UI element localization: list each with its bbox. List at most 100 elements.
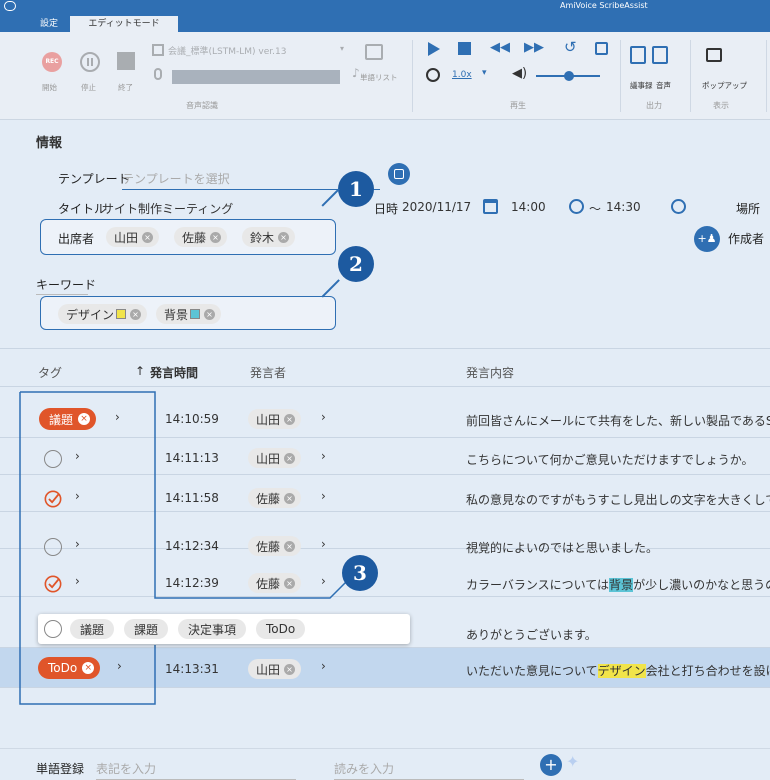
keyword-text: 背景: [164, 307, 189, 322]
loop-icon[interactable]: ↺: [564, 38, 577, 56]
rewind-icon[interactable]: ◀◀: [490, 40, 510, 55]
volume-icon[interactable]: ◀): [512, 66, 527, 81]
save-template-icon[interactable]: [388, 163, 410, 185]
pause-label: 停止: [81, 83, 96, 92]
model-dropdown-icon[interactable]: ▾: [340, 44, 344, 53]
empty-tag-circle-icon[interactable]: [44, 620, 62, 638]
word-list-label: 単語リスト: [360, 73, 398, 82]
word-register-label: 単語登録: [36, 762, 85, 776]
keyword-chip[interactable]: デザイン ×: [58, 304, 148, 324]
tag-option-issue[interactable]: 課題: [124, 619, 169, 639]
end-label: 終了: [118, 83, 133, 92]
date-input[interactable]: 2020/11/17: [402, 200, 471, 214]
attendee-chip[interactable]: 山田 ×: [106, 227, 160, 247]
play-icon[interactable]: [428, 42, 440, 56]
row-text[interactable]: カラーバランスについては背景が少し濃いのかなと思うので、: [466, 576, 770, 593]
place-label: 場所: [736, 202, 761, 216]
table-top-border: [0, 348, 770, 349]
ribbon-separator: [766, 40, 767, 112]
popup-icon[interactable]: [706, 48, 722, 62]
callout-badge: 2: [338, 246, 374, 282]
callout-connector: [321, 279, 340, 298]
keyword-color-swatch[interactable]: [190, 309, 201, 319]
ribbon-separator: [412, 40, 413, 112]
audio-file-icon[interactable]: [652, 46, 668, 64]
tag-option-agenda[interactable]: 議題: [70, 619, 115, 639]
column-header-time[interactable]: 発言時間: [150, 364, 198, 381]
column-header-speaker[interactable]: 発言者: [250, 364, 286, 381]
microphone-icon: [154, 68, 162, 80]
sort-arrow-icon[interactable]: ↑: [135, 364, 145, 378]
app-title: AmiVoice ScribeAssist: [560, 1, 648, 10]
pause-button[interactable]: [80, 52, 100, 72]
end-time-input[interactable]: 14:30: [606, 200, 641, 214]
title-bar: [0, 0, 770, 14]
time-range-separator: 〜: [589, 202, 602, 216]
minutes-label: 議事録: [630, 81, 653, 90]
audio-label: 音声: [656, 81, 671, 90]
group-label-display: 表示: [713, 101, 729, 110]
row-text[interactable]: ありがとうございます。: [466, 626, 770, 643]
sparkle-icon[interactable]: ✦: [566, 752, 579, 771]
remove-icon[interactable]: ×: [210, 231, 222, 243]
keywords-label: キーワード: [36, 278, 97, 292]
tab-settings[interactable]: 設定: [34, 16, 65, 32]
attendee-chip[interactable]: 鈴木 ×: [242, 227, 296, 247]
text-segment: 会社と打ち合わせを設けて: [645, 664, 770, 678]
keywords-underline: [36, 294, 88, 295]
title-input[interactable]: サイト制作ミーティング: [102, 200, 326, 220]
copy-icon[interactable]: [595, 42, 608, 55]
remove-icon[interactable]: ×: [278, 231, 290, 243]
speed-icon: [426, 68, 440, 82]
keyword-chip[interactable]: 背景 ×: [156, 304, 222, 324]
title-label: タイトル: [58, 202, 107, 216]
volume-slider[interactable]: [536, 71, 600, 81]
model-select[interactable]: 会議_標準(LSTM-LM) ver.13: [168, 44, 286, 57]
info-section-title: 情報: [36, 136, 63, 151]
tag-option-todo[interactable]: ToDo: [256, 619, 306, 639]
add-word-icon[interactable]: ♪: [352, 66, 360, 80]
row-text[interactable]: こちらについて何かご意見いただけますでしょうか。: [466, 451, 770, 468]
callout-badge: 1: [338, 171, 374, 207]
start-clock-icon[interactable]: [569, 199, 584, 214]
speed-select[interactable]: 1.0x: [452, 70, 472, 80]
attendee-name: 鈴木: [250, 230, 275, 245]
fast-forward-icon[interactable]: ▶▶: [524, 40, 544, 55]
remove-icon[interactable]: ×: [142, 231, 154, 243]
attendees-label: 出席者: [58, 232, 95, 246]
minutes-icon[interactable]: [630, 46, 646, 64]
reading-input[interactable]: 読みを入力: [334, 760, 524, 780]
stop-button[interactable]: [117, 52, 135, 70]
keyword-color-swatch[interactable]: [116, 309, 127, 319]
row-text[interactable]: 視覚的によいのではと思いました。: [466, 539, 770, 556]
app-logo-icon: [4, 1, 16, 11]
popup-label: ポップアップ: [702, 81, 747, 90]
calendar-icon[interactable]: [483, 199, 498, 214]
notation-input[interactable]: 表記を入力: [96, 760, 296, 780]
creator-label: 作成者: [728, 232, 765, 246]
text-segment: いただいた意見について: [466, 664, 598, 678]
word-list-icon[interactable]: [365, 44, 383, 60]
keyword-highlight: デザイン: [597, 664, 646, 678]
attendee-name: 佐藤: [182, 230, 207, 245]
group-label-output: 出力: [646, 101, 662, 110]
tag-option-decision[interactable]: 決定事項: [178, 619, 247, 639]
remove-icon[interactable]: ×: [204, 308, 216, 320]
remove-icon[interactable]: ×: [130, 308, 142, 320]
end-clock-icon[interactable]: [671, 199, 686, 214]
speed-dropdown-icon[interactable]: ▾: [482, 68, 487, 78]
row-text[interactable]: 私の意見なのですがもうすこし見出しの文字を大きくしても: [466, 491, 770, 508]
rec-button[interactable]: REC: [42, 52, 62, 72]
attendee-chip[interactable]: 佐藤 ×: [174, 227, 228, 247]
stop-playback-icon[interactable]: [458, 42, 471, 55]
callout-badge: 3: [342, 555, 378, 591]
row-text[interactable]: いただいた意見についてデザイン会社と打ち合わせを設けて: [466, 662, 770, 679]
row-text[interactable]: 前回皆さんにメールにて共有をした、新しい製品であるScr: [466, 412, 770, 429]
column-header-tag[interactable]: タグ: [38, 364, 62, 381]
column-header-content[interactable]: 発言内容: [466, 364, 514, 381]
tab-edit-mode[interactable]: エディットモード: [70, 16, 178, 32]
attendee-name: 山田: [114, 230, 139, 245]
start-time-input[interactable]: 14:00: [511, 200, 546, 214]
add-attendee-icon[interactable]: +♟: [694, 226, 720, 252]
add-word-button[interactable]: +: [540, 754, 562, 776]
